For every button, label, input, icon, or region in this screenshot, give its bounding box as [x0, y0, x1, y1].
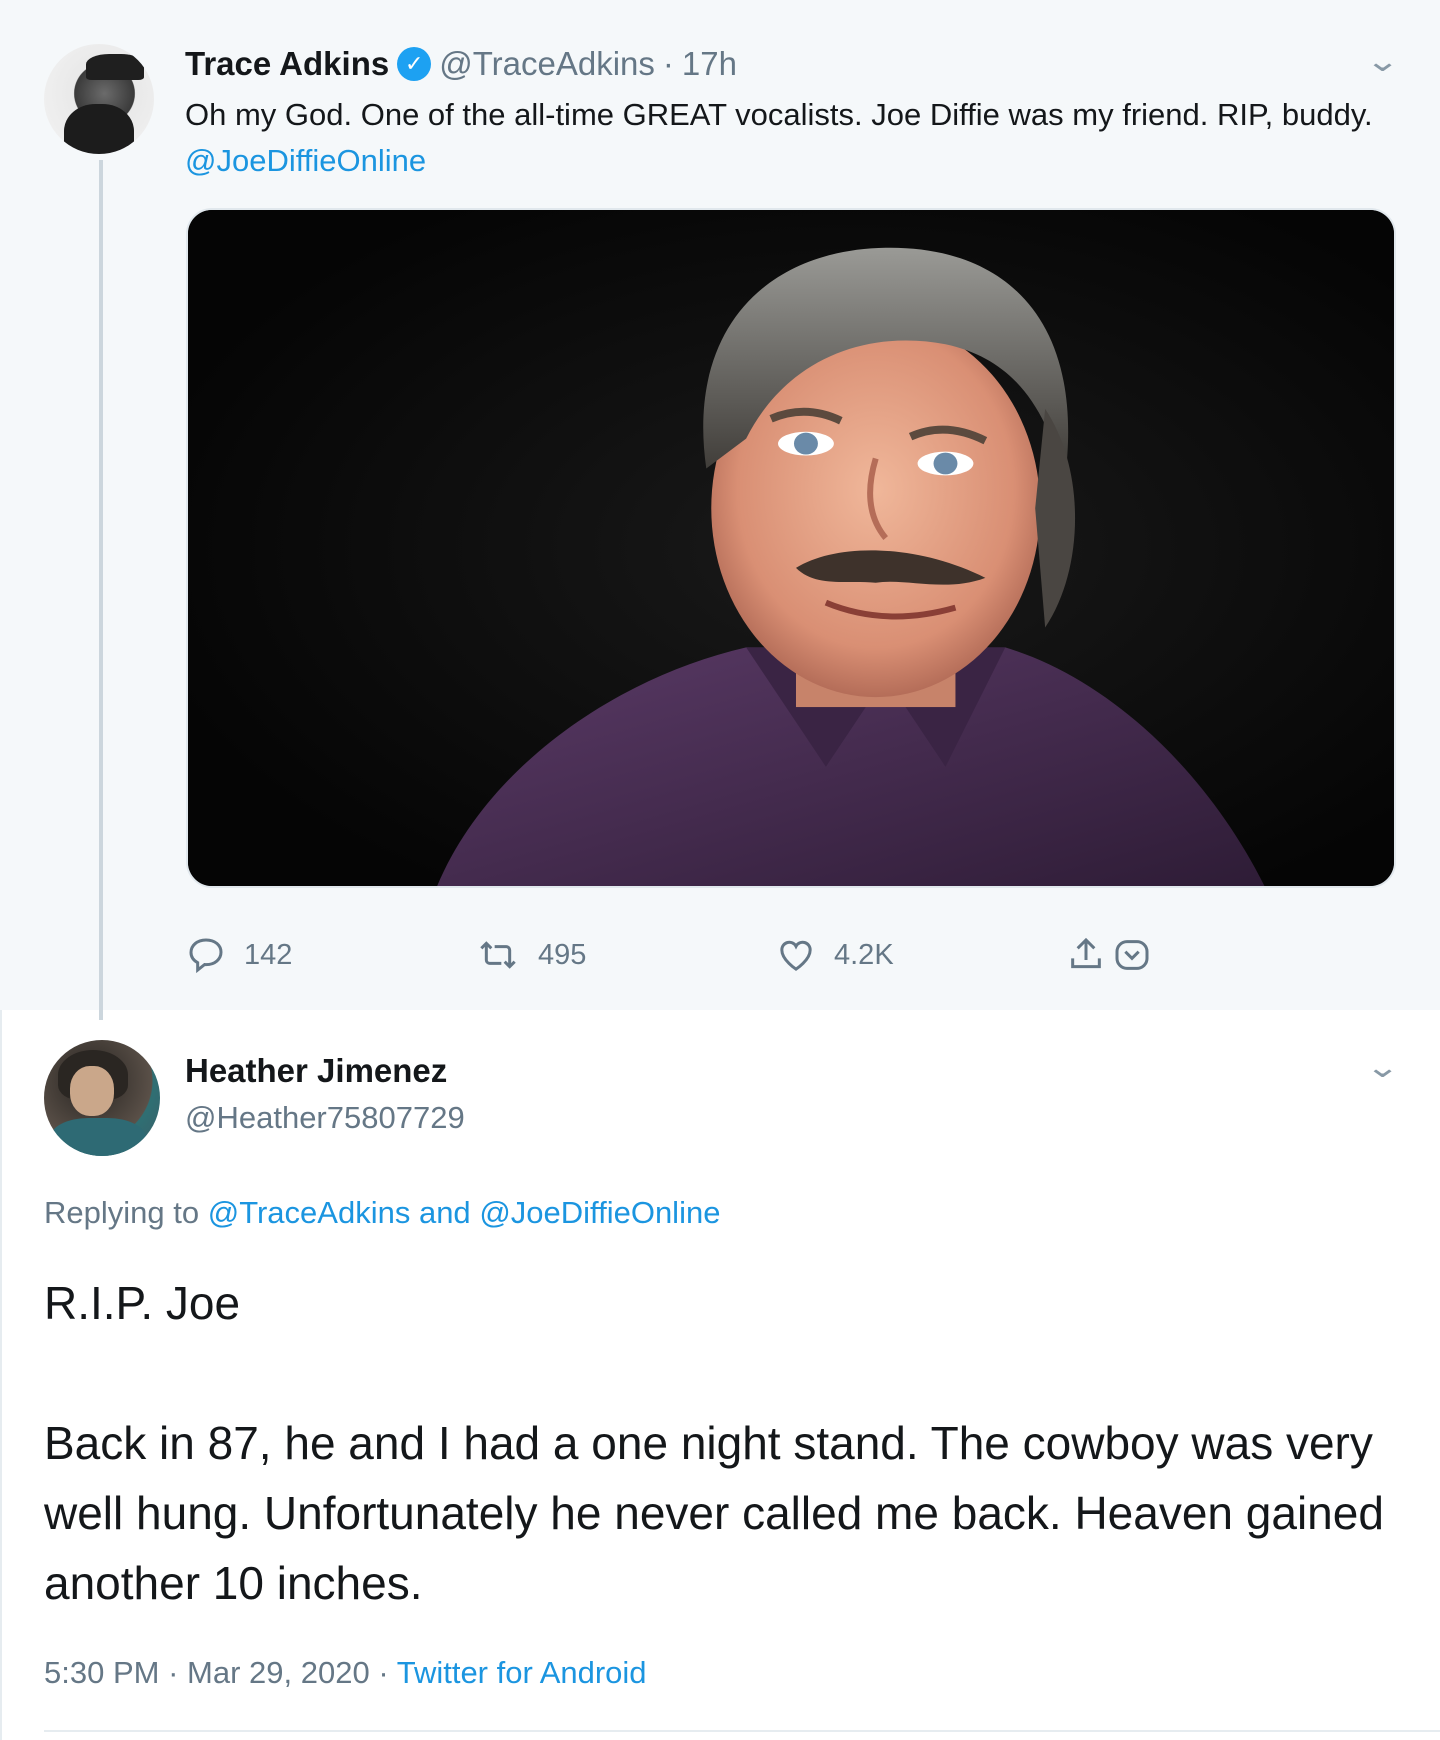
share-button[interactable] — [1066, 930, 1152, 980]
share-icon — [1071, 937, 1101, 969]
divider — [44, 1730, 1440, 1732]
reply-author-handle[interactable]: @Heather75807729 — [185, 1100, 465, 1136]
retweet-icon — [480, 941, 516, 969]
retweet-button[interactable]: 495 — [476, 930, 586, 980]
mention-link[interactable]: @JoeDiffieOnline — [185, 143, 426, 178]
reply-text: R.I.P. Joe Back in 87, he and I had a on… — [44, 1277, 1384, 1609]
replying-to-line: Replying to @TraceAdkins and @JoeDiffieO… — [44, 1195, 720, 1231]
heart-icon — [780, 940, 812, 971]
replying-mention-joe[interactable]: @JoeDiffieOnline — [479, 1195, 720, 1230]
reply-button[interactable]: 142 — [186, 930, 292, 980]
tweet-body: Oh my God. One of the all-time GREAT voc… — [185, 97, 1373, 132]
screenshot-page: Trace Adkins ✓ @TraceAdkins · 17h ⌄ Oh m… — [0, 0, 1440, 1740]
portrait-photo-icon — [188, 210, 1394, 886]
tweet-time[interactable]: 17h — [682, 45, 737, 83]
retweet-count: 495 — [538, 938, 587, 971]
verified-badge-icon: ✓ — [397, 47, 432, 81]
tweet-header: Trace Adkins ✓ @TraceAdkins · 17h — [185, 44, 737, 84]
reply-date[interactable]: Mar 29, 2020 — [187, 1655, 370, 1690]
tweet-photo[interactable] — [186, 208, 1396, 888]
shoulders-shape — [50, 1118, 146, 1156]
replying-and: and — [418, 1195, 471, 1230]
reply-meta: 5:30 PM · Mar 29, 2020 · Twitter for And… — [44, 1655, 647, 1691]
reply-count: 142 — [244, 938, 293, 971]
chevron-down-circle-icon[interactable] — [1112, 935, 1152, 975]
hat-shape — [86, 54, 144, 80]
reply-icon — [189, 938, 223, 974]
meta-separator: · — [378, 1655, 389, 1690]
author-handle[interactable]: @TraceAdkins — [439, 45, 655, 83]
tweet-actions: 142 495 4.2K — [186, 930, 1186, 980]
reply-time[interactable]: 5:30 PM — [44, 1655, 159, 1690]
tweet-text: Oh my God. One of the all-time GREAT voc… — [185, 92, 1405, 184]
original-tweet[interactable]: Trace Adkins ✓ @TraceAdkins · 17h ⌄ Oh m… — [0, 0, 1440, 1020]
reply-source[interactable]: Twitter for Android — [397, 1655, 647, 1690]
shoulders-shape — [64, 104, 134, 154]
chevron-down-icon[interactable]: ⌄ — [1365, 1050, 1400, 1085]
chevron-down-icon[interactable]: ⌄ — [1365, 44, 1400, 79]
thread-connector-line — [99, 160, 103, 1020]
reply-author-name[interactable]: Heather Jimenez — [185, 1052, 447, 1090]
replying-prefix: Replying to — [44, 1195, 200, 1230]
avatar[interactable] — [44, 1040, 160, 1156]
like-count: 4.2K — [834, 938, 894, 971]
header-separator: · — [662, 45, 674, 82]
replying-mention-trace[interactable]: @TraceAdkins — [208, 1195, 411, 1230]
author-name[interactable]: Trace Adkins — [185, 45, 389, 83]
meta-separator: · — [168, 1655, 179, 1690]
avatar[interactable] — [44, 44, 154, 154]
face-shape — [70, 1066, 114, 1116]
like-button[interactable]: 4.2K — [776, 930, 894, 980]
